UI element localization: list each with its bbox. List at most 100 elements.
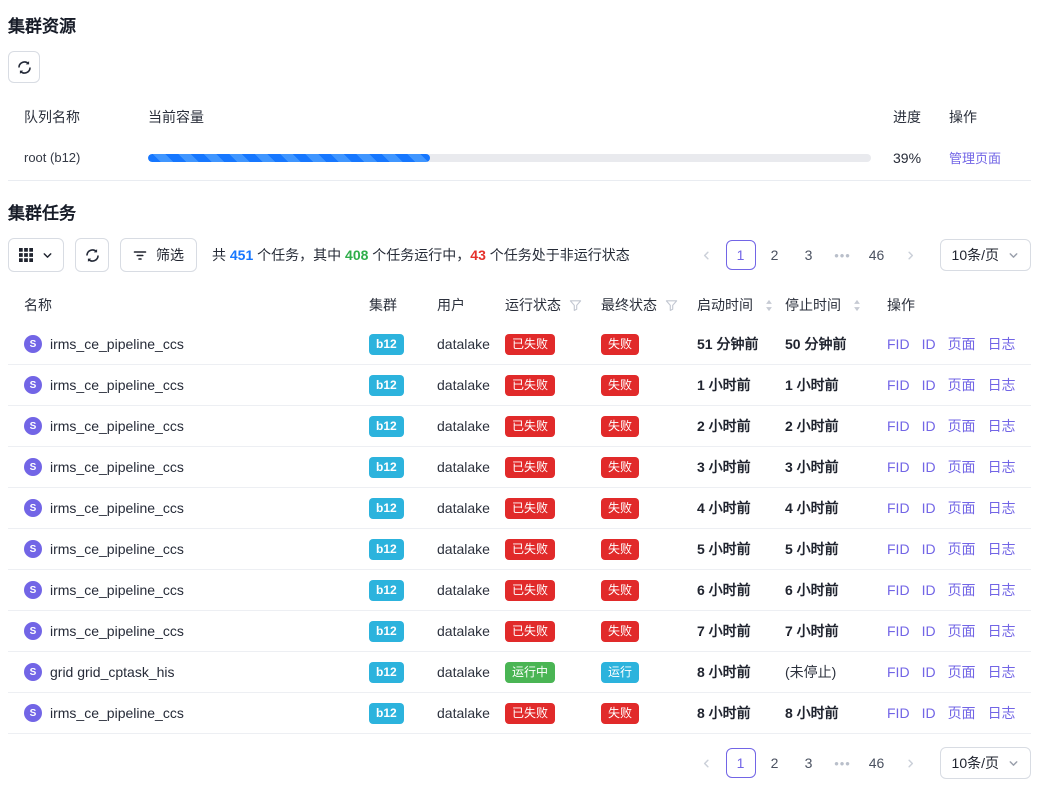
task-type-avatar: S <box>24 663 42 681</box>
row-actions: FID ID 页面 日志 <box>879 334 1031 354</box>
summary-text: 个任务运行中， <box>368 247 470 263</box>
final-status-badge: 失败 <box>601 334 639 355</box>
next-page-button[interactable] <box>896 240 926 270</box>
run-status-badge: 已失败 <box>505 457 555 478</box>
log-link[interactable]: 日志 <box>988 703 1016 723</box>
run-status-badge: 已失败 <box>505 375 555 396</box>
log-link[interactable]: 日志 <box>988 580 1016 600</box>
page-link[interactable]: 页面 <box>948 334 976 354</box>
tasks-refresh-button[interactable] <box>75 238 109 272</box>
task-name: irms_ce_pipeline_ccs <box>50 418 184 434</box>
refresh-icon <box>17 60 32 75</box>
fid-link[interactable]: FID <box>887 541 910 557</box>
log-link[interactable]: 日志 <box>988 662 1016 682</box>
fid-link[interactable]: FID <box>887 623 910 639</box>
page-link[interactable]: 页面 <box>948 416 976 436</box>
manage-page-link[interactable]: 管理页面 <box>949 151 1001 166</box>
id-link[interactable]: ID <box>922 500 936 516</box>
id-link[interactable]: ID <box>922 459 936 475</box>
fid-link[interactable]: FID <box>887 418 910 434</box>
task-name: irms_ce_pipeline_ccs <box>50 541 184 557</box>
page-link[interactable]: 页面 <box>948 580 976 600</box>
id-link[interactable]: ID <box>922 705 936 721</box>
run-status-badge: 已失败 <box>505 580 555 601</box>
page-link[interactable]: 页面 <box>948 498 976 518</box>
page-button-46[interactable]: 46 <box>862 240 892 270</box>
page-button-3[interactable]: 3 <box>794 240 824 270</box>
log-link[interactable]: 日志 <box>988 498 1016 518</box>
page-button-46[interactable]: 46 <box>862 748 892 778</box>
layout-button[interactable] <box>8 238 64 272</box>
log-link[interactable]: 日志 <box>988 621 1016 641</box>
start-time: 5 小时前 <box>689 539 777 559</box>
stop-time: 1 小时前 <box>777 375 879 395</box>
page-link[interactable]: 页面 <box>948 457 976 477</box>
pagination-ellipsis[interactable]: ••• <box>828 748 858 778</box>
funnel-filter-icon[interactable] <box>569 299 582 312</box>
id-link[interactable]: ID <box>922 418 936 434</box>
stop-time: 4 小时前 <box>777 498 879 518</box>
page-button-1[interactable]: 1 <box>726 240 756 270</box>
table-row: S irms_ce_pipeline_ccs b12 datalake 已失败 … <box>8 324 1031 365</box>
fid-link[interactable]: FID <box>887 664 910 680</box>
log-link[interactable]: 日志 <box>988 457 1016 477</box>
fid-link[interactable]: FID <box>887 582 910 598</box>
run-status-badge: 已失败 <box>505 416 555 437</box>
page-button-3[interactable]: 3 <box>794 748 824 778</box>
col-user: 用户 <box>429 295 497 315</box>
run-status-badge: 已失败 <box>505 621 555 642</box>
fid-link[interactable]: FID <box>887 459 910 475</box>
task-table-body: S irms_ce_pipeline_ccs b12 datalake 已失败 … <box>8 324 1031 734</box>
id-link[interactable]: ID <box>922 664 936 680</box>
prev-page-button[interactable] <box>692 240 722 270</box>
user-cell: datalake <box>429 582 497 598</box>
page-size-value: 10条/页 <box>952 245 999 265</box>
page-link[interactable]: 页面 <box>948 703 976 723</box>
task-type-avatar: S <box>24 704 42 722</box>
id-link[interactable]: ID <box>922 623 936 639</box>
page-size-select[interactable]: 10条/页 <box>940 747 1031 779</box>
user-cell: datalake <box>429 500 497 516</box>
page-link[interactable]: 页面 <box>948 539 976 559</box>
log-link[interactable]: 日志 <box>988 416 1016 436</box>
resources-refresh-button[interactable] <box>8 51 40 83</box>
sort-icon[interactable] <box>765 299 773 312</box>
table-row: S irms_ce_pipeline_ccs b12 datalake 已失败 … <box>8 447 1031 488</box>
next-page-button[interactable] <box>896 748 926 778</box>
stop-time: 2 小时前 <box>777 416 879 436</box>
funnel-filter-icon[interactable] <box>665 299 678 312</box>
page-button-2[interactable]: 2 <box>760 748 790 778</box>
sort-icon[interactable] <box>853 299 861 312</box>
fid-link[interactable]: FID <box>887 377 910 393</box>
log-link[interactable]: 日志 <box>988 334 1016 354</box>
start-time: 8 小时前 <box>689 703 777 723</box>
log-link[interactable]: 日志 <box>988 539 1016 559</box>
task-type-avatar: S <box>24 540 42 558</box>
pagination-ellipsis[interactable]: ••• <box>828 240 858 270</box>
id-link[interactable]: ID <box>922 582 936 598</box>
chevron-left-icon <box>701 758 712 769</box>
page-size-select[interactable]: 10条/页 <box>940 239 1031 271</box>
fid-link[interactable]: FID <box>887 705 910 721</box>
page-link[interactable]: 页面 <box>948 375 976 395</box>
page-link[interactable]: 页面 <box>948 621 976 641</box>
task-name: irms_ce_pipeline_ccs <box>50 377 184 393</box>
queue-name: root (b12) <box>8 150 148 165</box>
id-link[interactable]: ID <box>922 336 936 352</box>
log-link[interactable]: 日志 <box>988 375 1016 395</box>
task-table-header: 名称 集群 用户 运行状态 最终状态 启动时间 停止时间 操作 <box>8 286 1031 324</box>
filter-button[interactable]: 筛选 <box>120 238 197 272</box>
id-link[interactable]: ID <box>922 541 936 557</box>
user-cell: datalake <box>429 418 497 434</box>
stop-time: 50 分钟前 <box>777 334 879 354</box>
prev-page-button[interactable] <box>692 748 722 778</box>
fid-link[interactable]: FID <box>887 500 910 516</box>
task-type-avatar: S <box>24 622 42 640</box>
page-button-1[interactable]: 1 <box>726 748 756 778</box>
stop-time: (未停止) <box>777 662 879 682</box>
task-summary: 共 451 个任务，其中 408 个任务运行中，43 个任务处于非运行状态 <box>212 245 630 265</box>
page-link[interactable]: 页面 <box>948 662 976 682</box>
id-link[interactable]: ID <box>922 377 936 393</box>
page-button-2[interactable]: 2 <box>760 240 790 270</box>
fid-link[interactable]: FID <box>887 336 910 352</box>
